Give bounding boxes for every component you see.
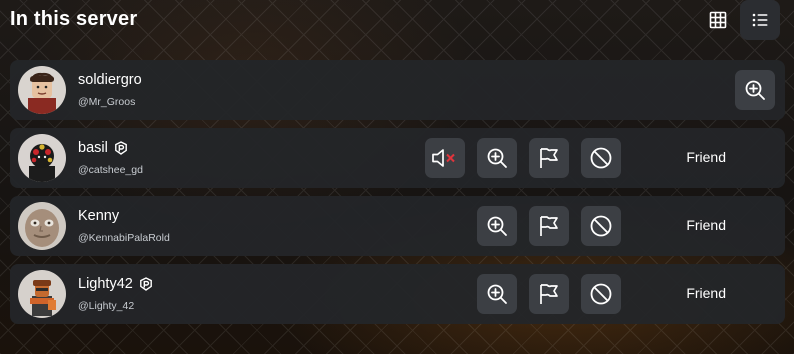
report-button[interactable]	[529, 138, 569, 178]
friend-button[interactable]: Friend	[686, 217, 726, 233]
player-row-soldiergro[interactable]: soldiergro @Mr_Groos	[10, 60, 785, 120]
premium-badge-icon	[114, 141, 128, 155]
report-button[interactable]	[529, 274, 569, 314]
display-name: basil	[78, 139, 143, 157]
username: @catshee_gd	[78, 164, 143, 176]
block-button[interactable]	[581, 274, 621, 314]
inspect-button[interactable]	[477, 138, 517, 178]
block-button[interactable]	[581, 206, 621, 246]
avatar	[18, 134, 66, 182]
speaker-muted-icon	[432, 149, 455, 167]
block-icon	[590, 215, 612, 237]
avatar	[18, 202, 66, 250]
view-toggle	[698, 0, 780, 40]
list-view-icon	[752, 13, 768, 27]
display-name: Lighty42	[78, 275, 153, 293]
page-title: In this server	[10, 8, 138, 30]
block-icon	[590, 147, 612, 169]
display-name: soldiergro	[78, 72, 142, 88]
player-list: soldiergro @Mr_Groos basil @catshee_gd F…	[10, 60, 785, 332]
player-row-kenny[interactable]: Kenny @KennabiPalaRold Friend	[10, 196, 785, 256]
block-button[interactable]	[581, 138, 621, 178]
flag-icon	[540, 148, 558, 168]
zoom-in-icon	[487, 284, 507, 304]
report-button[interactable]	[529, 206, 569, 246]
inspect-button[interactable]	[477, 274, 517, 314]
flag-icon	[540, 284, 558, 304]
list-view-button[interactable]	[740, 0, 780, 40]
mute-button[interactable]	[425, 138, 465, 178]
avatar	[18, 66, 66, 114]
avatar	[18, 270, 66, 318]
player-row-basil[interactable]: basil @catshee_gd Friend	[10, 128, 785, 188]
inspect-button[interactable]	[735, 70, 775, 110]
zoom-in-icon	[745, 80, 765, 100]
grid-view-icon	[709, 11, 727, 29]
inspect-button[interactable]	[477, 206, 517, 246]
premium-badge-icon	[139, 277, 153, 291]
friend-button[interactable]: Friend	[686, 149, 726, 165]
display-name: Kenny	[78, 208, 120, 224]
block-icon	[590, 283, 612, 305]
username: @KennabiPalaRold	[78, 232, 170, 244]
player-row-lighty42[interactable]: Lighty42 @Lighty_42 Friend	[10, 264, 785, 324]
zoom-in-icon	[487, 216, 507, 236]
grid-view-button[interactable]	[698, 0, 738, 40]
flag-icon	[540, 216, 558, 236]
username: @Lighty_42	[78, 300, 135, 312]
zoom-in-icon	[487, 148, 507, 168]
friend-button[interactable]: Friend	[686, 285, 726, 301]
username: @Mr_Groos	[78, 96, 136, 108]
